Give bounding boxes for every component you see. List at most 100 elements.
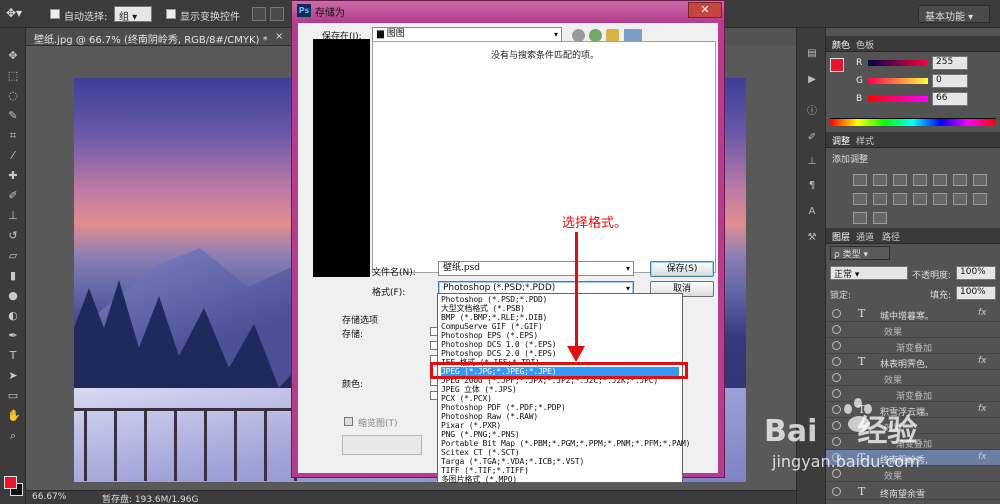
auto-select-checkbox[interactable] <box>50 9 60 19</box>
thumbnail-checkbox[interactable] <box>344 417 353 426</box>
file-list[interactable]: 没有与搜索条件匹配的项。 <box>372 41 716 273</box>
format-options-list[interactable]: Photoshop (*.PSD;*.PDD) 大型文档格式 (*.PSB) B… <box>437 293 690 485</box>
scratch-disk-info: 暂存盘: 193.6M/1.96G <box>102 495 199 504</box>
foreground-color-swatch[interactable] <box>4 476 17 489</box>
character-panel-icon[interactable]: A <box>806 206 818 218</box>
actions-panel-icon[interactable]: ▶ <box>806 74 818 86</box>
eye-icon[interactable] <box>832 325 841 334</box>
annotation-arrow-head <box>567 346 585 362</box>
layer-kind-filter[interactable]: ρ 类型 ▾ <box>830 246 890 260</box>
show-transform-checkbox[interactable] <box>166 9 176 19</box>
stamp-icon[interactable]: ⊥ <box>7 210 19 222</box>
eraser-icon[interactable]: ▱ <box>7 250 19 262</box>
path-select-icon[interactable]: ➤ <box>7 370 19 382</box>
brush-panel-icon[interactable]: ✐ <box>806 132 818 144</box>
paw-logo-icon <box>840 396 880 436</box>
history-brush-icon[interactable]: ↺ <box>7 230 19 242</box>
show-transform-label: 显示变换控件 <box>180 12 240 23</box>
layer-row[interactable]: T 城中增暮寒。 fx <box>826 306 1000 322</box>
save-button[interactable]: 保存(S) <box>650 261 714 277</box>
tool-presets-icon[interactable]: ⚒ <box>806 232 818 244</box>
tab-swatches[interactable]: 色板 <box>856 38 874 51</box>
blue-slider[interactable]: B 66 <box>826 92 1000 108</box>
watermark-url: jingyan.baidu.com <box>772 452 920 471</box>
save-options-label: 存储选项 <box>342 316 379 326</box>
eyedropper-icon[interactable]: ⁄ <box>7 150 19 162</box>
save-in-dropdown[interactable]: ▆ 图图 ▾ <box>372 27 562 42</box>
places-bar[interactable] <box>313 39 370 277</box>
type-icon[interactable]: T <box>7 350 19 362</box>
history-panel-icon[interactable]: ▤ <box>806 48 818 60</box>
tab-styles[interactable]: 样式 <box>856 134 874 147</box>
dialog-close-button[interactable]: ✕ <box>688 2 722 18</box>
zoom-icon[interactable]: ⌕ <box>7 430 19 442</box>
color-section-label: 颜色: <box>342 380 364 390</box>
paragraph-panel-icon[interactable]: ¶ <box>806 180 818 192</box>
marquee-icon[interactable]: ⬚ <box>7 70 19 82</box>
blue-value-field[interactable]: 66 <box>932 92 968 106</box>
pen-icon[interactable]: ✒ <box>7 330 19 342</box>
shape-icon[interactable]: ▭ <box>7 390 19 402</box>
zoom-level: 66.67% <box>32 492 67 502</box>
eye-icon[interactable] <box>832 357 841 366</box>
lasso-icon[interactable]: ◌ <box>7 90 19 102</box>
fill-field[interactable]: 100% <box>956 286 996 300</box>
layer-effect-row[interactable]: 效果 <box>826 322 1000 338</box>
eye-icon[interactable] <box>832 309 841 318</box>
auto-select-dropdown[interactable]: 组 ▾ <box>114 6 152 23</box>
document-tab[interactable]: 壁纸.jpg @ 66.7% (终南阴岭秀, RGB/8#/CMYK) * × <box>26 28 291 46</box>
fill-label: 填充: <box>930 291 952 301</box>
filename-input[interactable]: 壁纸.psd ▾ <box>438 261 634 276</box>
tab-channels[interactable]: 通道 <box>856 230 874 243</box>
dialog-titlebar[interactable]: Ps 存储为 ✕ <box>292 1 724 21</box>
move-tool-icon[interactable]: ✥▾ <box>6 6 32 22</box>
move-icon[interactable]: ✥ <box>7 50 19 62</box>
color-panel-tabs: 颜色 色板 <box>826 36 1000 52</box>
dialog-title: 存储为 <box>315 8 345 19</box>
red-value-field[interactable]: 255 <box>932 56 968 70</box>
layer-effect-row[interactable]: 渐变叠加 <box>826 338 1000 354</box>
add-adjustment-label: 添加调整 <box>832 155 869 165</box>
align-middle-icon[interactable] <box>270 7 284 21</box>
blur-icon[interactable]: ● <box>7 290 19 302</box>
green-slider[interactable]: G 0 <box>826 74 1000 90</box>
crop-icon[interactable]: ⌗ <box>7 130 19 142</box>
format-option[interactable]: 多图片格式 (*.MPO) <box>441 475 679 485</box>
healing-icon[interactable]: ✚ <box>7 170 19 182</box>
quick-select-icon[interactable]: ✎ <box>7 110 19 122</box>
opacity-label: 不透明度: <box>912 271 952 281</box>
eye-icon[interactable] <box>832 373 841 382</box>
layer-effect-row[interactable]: 效果 <box>826 370 1000 386</box>
tab-adjustments[interactable]: 调整 <box>832 134 850 147</box>
blend-mode-select[interactable]: 正常 ▾ <box>830 266 908 280</box>
brush-icon[interactable]: ✐ <box>7 190 19 202</box>
red-slider[interactable]: R 255 <box>826 56 1000 72</box>
baidu-watermark: Bai 经验 jingyan.baidu.com <box>760 392 1000 492</box>
dodge-icon[interactable]: ◐ <box>7 310 19 322</box>
eye-icon[interactable] <box>832 341 841 350</box>
align-top-icon[interactable] <box>252 7 266 21</box>
tab-paths[interactable]: 路径 <box>882 230 900 243</box>
photoshop-logo-icon: Ps <box>297 4 311 17</box>
color-spectrum-bar[interactable] <box>830 118 996 126</box>
close-document-icon[interactable]: × <box>275 31 283 42</box>
workspace-switcher[interactable]: 基本功能 ▾ <box>918 5 990 23</box>
green-value-field[interactable]: 0 <box>932 74 968 88</box>
tab-layers[interactable]: 图层 <box>832 230 850 243</box>
gradient-icon[interactable]: ▮ <box>7 270 19 282</box>
info-panel-icon[interactable]: ⓘ <box>806 106 818 118</box>
adjustment-icons-grid[interactable] <box>850 172 990 229</box>
layers-panel-tabs: 图层 通道 路径 <box>826 228 1000 244</box>
opacity-field[interactable]: 100% <box>956 266 996 280</box>
fence-shape <box>74 408 304 481</box>
format-label: 格式(F): <box>372 288 406 298</box>
adjustments-panel-tabs: 调整 样式 <box>826 132 1000 148</box>
annotation-text: 选择格式。 <box>562 216 628 231</box>
thumbnail-label: 缩览图(T) <box>358 419 398 429</box>
hand-icon[interactable]: ✋ <box>7 410 21 422</box>
annotation-highlight-box <box>430 362 688 379</box>
clone-panel-icon[interactable]: ⊥ <box>806 156 818 168</box>
tab-color[interactable]: 颜色 <box>832 38 850 51</box>
layer-row[interactable]: T 林表明霁色, fx <box>826 354 1000 370</box>
save-section-label: 存储: <box>342 330 364 340</box>
